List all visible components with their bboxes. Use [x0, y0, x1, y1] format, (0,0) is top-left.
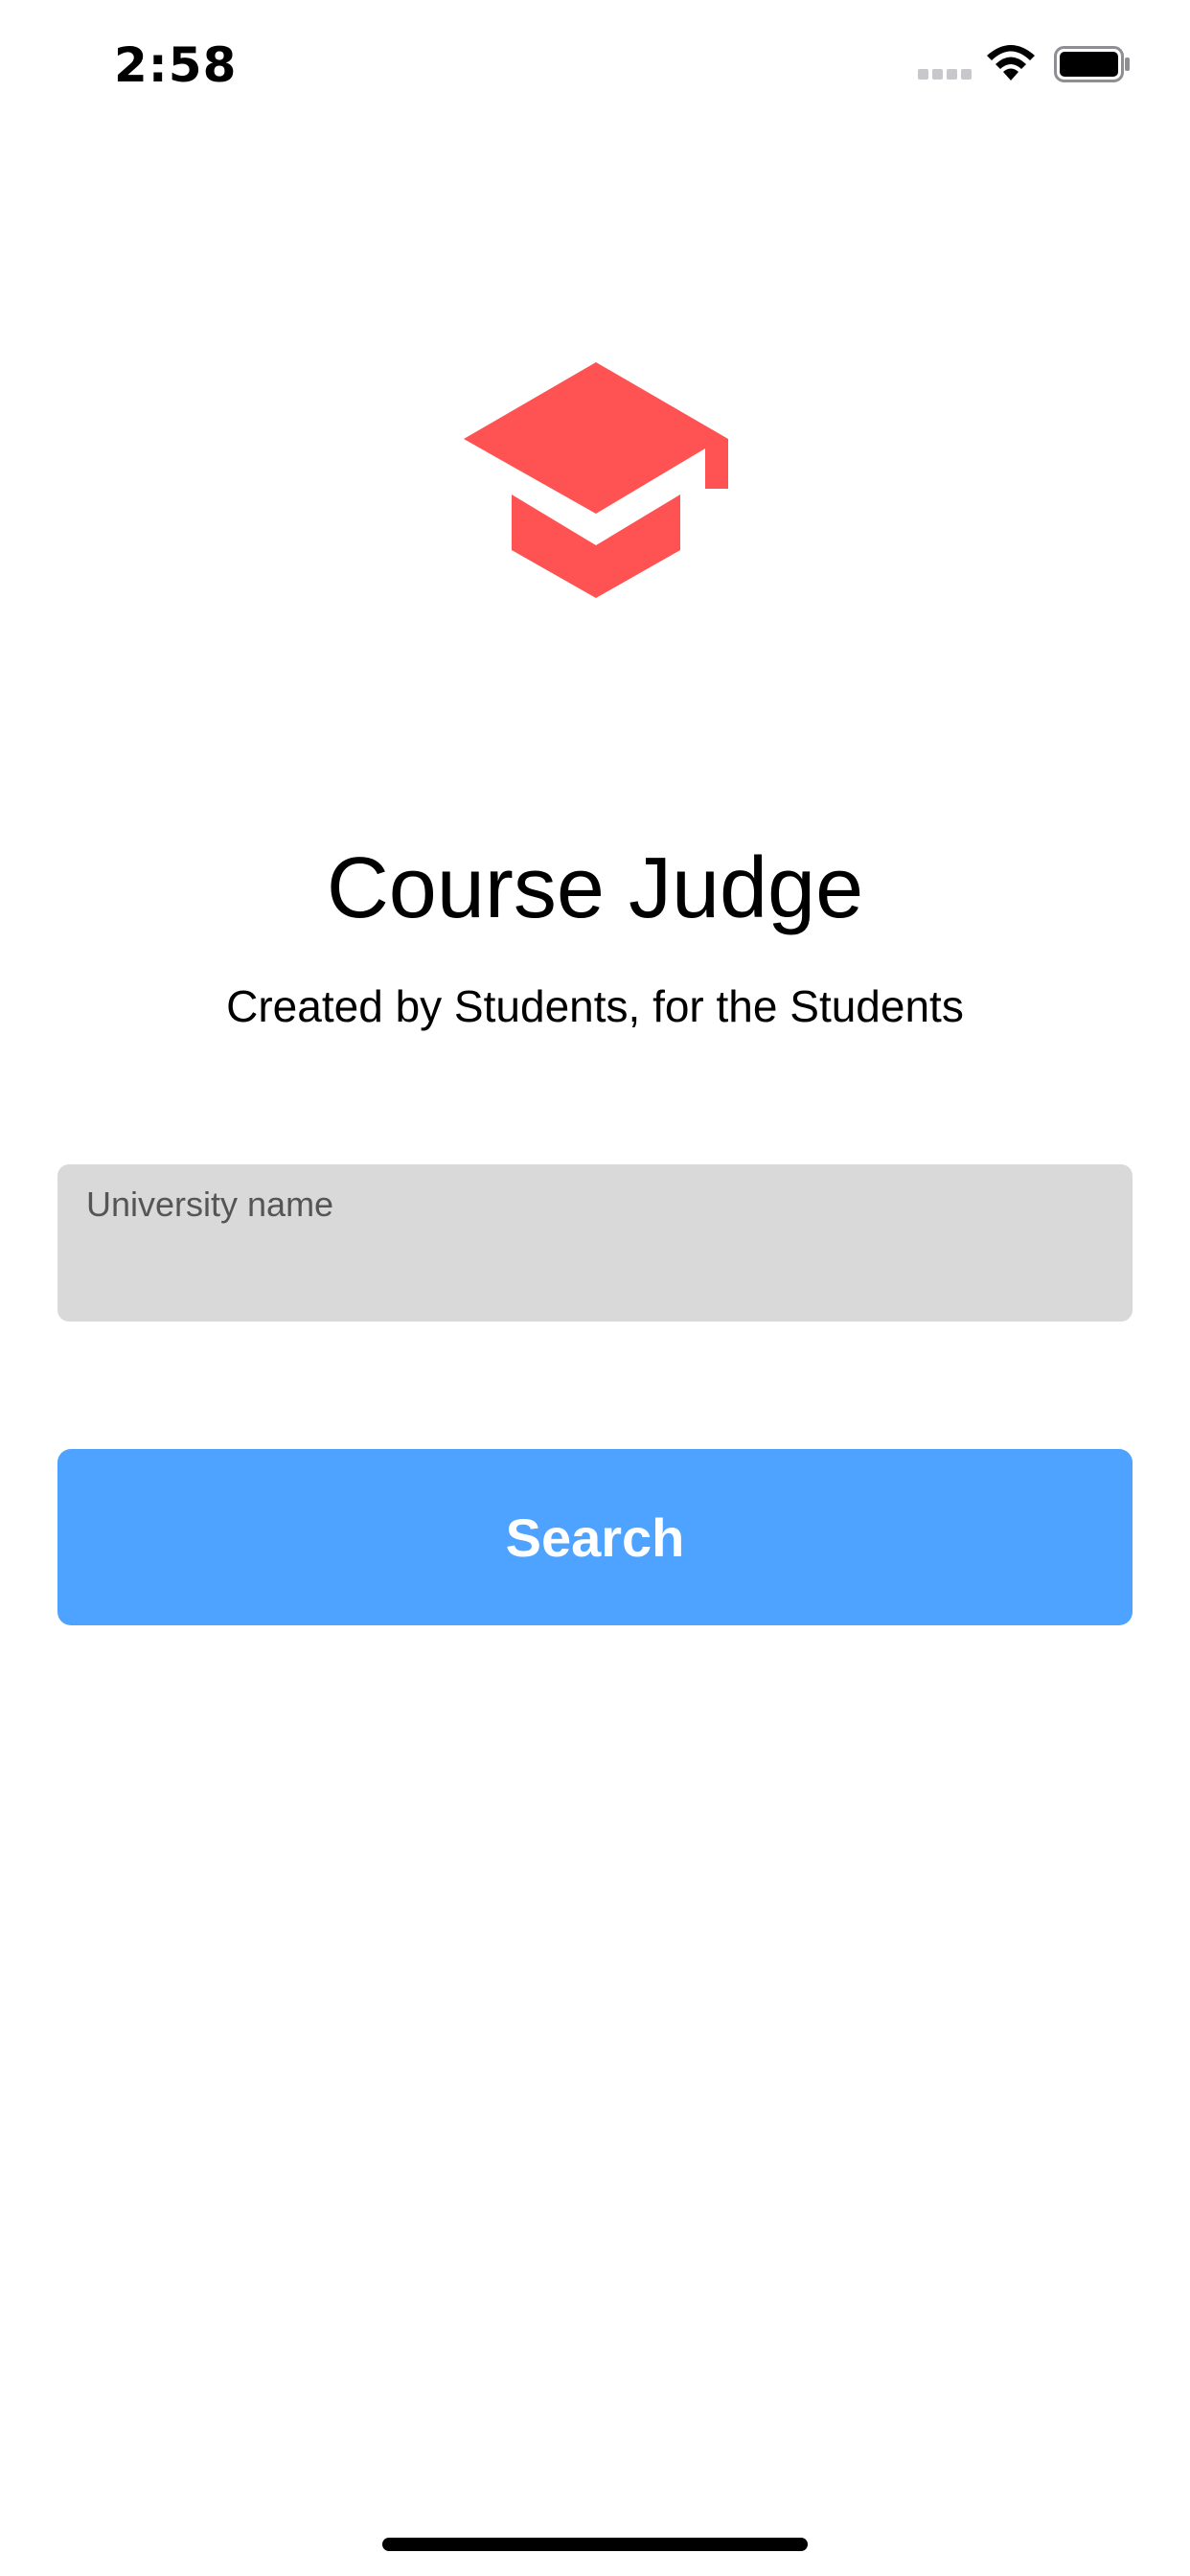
- status-time: 2:58: [114, 37, 238, 93]
- cellular-signal-icon: [918, 69, 972, 80]
- app-subtitle: Created by Students, for the Students: [226, 981, 964, 1031]
- wifi-icon: [987, 45, 1035, 80]
- cap-board: [464, 362, 728, 514]
- university-name-input[interactable]: [57, 1164, 1133, 1322]
- battery-icon: [1054, 46, 1130, 82]
- status-bar: 2:58: [0, 0, 1190, 126]
- graduation-cap-icon: [464, 362, 728, 598]
- home-indicator: [382, 2538, 808, 2551]
- university-name-field[interactable]: University name: [57, 1164, 1133, 1322]
- search-button[interactable]: Search: [57, 1449, 1133, 1625]
- app-title: Course Judge: [326, 840, 864, 936]
